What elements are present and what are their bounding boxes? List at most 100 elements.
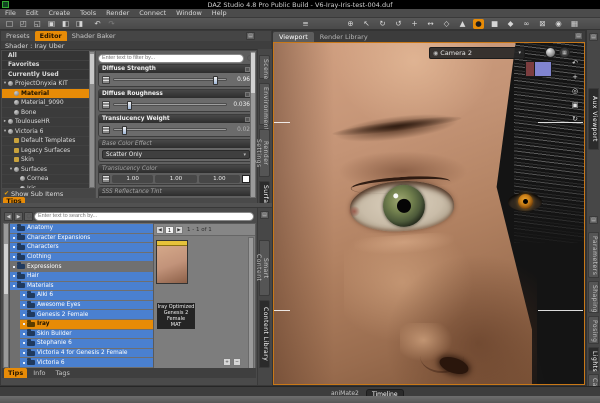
save-file-icon[interactable]: ▣: [46, 19, 57, 29]
menu-edit[interactable]: Edit: [21, 9, 44, 17]
panel-menu-icon[interactable]: ▤: [589, 33, 598, 41]
tab-posing[interactable]: Posing: [588, 316, 599, 344]
tree-item-material[interactable]: Material: [2, 89, 89, 98]
redo-icon[interactable]: ↷: [106, 19, 117, 29]
tab-lights[interactable]: Lights: [588, 347, 599, 372]
twist-tool-icon[interactable]: ↺: [393, 19, 404, 29]
zoom-in-icon[interactable]: +: [223, 358, 231, 366]
orbit-icon[interactable]: ↻: [572, 115, 578, 123]
tree-item-currently-used[interactable]: Currently Used: [2, 70, 89, 79]
color-swatch[interactable]: [241, 174, 250, 183]
asset-thumbnail[interactable]: Iray Optimized Genesis 2 Female MAT: [156, 240, 195, 329]
tab-presets[interactable]: Presets: [1, 31, 35, 41]
view-cube[interactable]: [525, 61, 552, 77]
zoom-icon[interactable]: ◎: [572, 87, 578, 95]
folder-characters[interactable]: Characters: [10, 242, 153, 252]
translucency-color-r[interactable]: 1.00: [112, 174, 154, 183]
folder-materials[interactable]: Materials: [10, 281, 153, 291]
surface-selection-tool-icon[interactable]: ●: [473, 19, 484, 29]
page-number[interactable]: 1: [165, 225, 174, 234]
open-recent-icon[interactable]: ◱: [32, 19, 43, 29]
param-menu-icon[interactable]: [102, 75, 110, 84]
zoom-out-icon[interactable]: −: [233, 358, 241, 366]
tree-item-victoria-6[interactable]: ▾ Victoria 6: [2, 127, 89, 136]
tree-item-cornea[interactable]: Cornea: [2, 174, 89, 183]
tab-shaping[interactable]: Shaping: [588, 281, 599, 313]
folder-iray[interactable]: Iray: [20, 319, 153, 329]
tab-content-library[interactable]: Content Library: [259, 300, 270, 368]
folder-character-expansions[interactable]: Character Expansions: [10, 233, 153, 243]
filter-input[interactable]: [98, 53, 244, 63]
panel-menu-icon[interactable]: ▤: [589, 216, 598, 224]
translate-tool-icon[interactable]: +: [409, 19, 420, 29]
sss-tint-r[interactable]: 1.00: [112, 197, 154, 198]
translucency-color-b[interactable]: 1.00: [198, 174, 240, 183]
diffuse-roughness-slider[interactable]: [113, 101, 227, 110]
color-swatch[interactable]: [241, 197, 250, 198]
folder-awesome-eyes[interactable]: Awesome Eyes: [20, 300, 153, 310]
render-options-icon[interactable]: ▦: [569, 19, 580, 29]
new-file-icon[interactable]: □: [4, 19, 15, 29]
folder-victoria-6[interactable]: Victoria 6: [20, 358, 153, 367]
param-menu-icon[interactable]: [102, 100, 110, 109]
tab-parameters[interactable]: Parameters: [588, 232, 599, 278]
folder-clothing[interactable]: Clothing: [10, 252, 153, 262]
tab-smart-content[interactable]: Smart Content: [255, 240, 270, 296]
tab-aux-viewport[interactable]: Aux Viewport: [588, 88, 599, 150]
tab-environment[interactable]: Environment: [259, 83, 270, 131]
folder-hair[interactable]: Hair: [10, 271, 153, 281]
tree-item-iris[interactable]: Iris: [2, 184, 89, 188]
menu-window[interactable]: Window: [171, 9, 207, 17]
figure-icon[interactable]: ▲: [457, 19, 468, 29]
tree-item-default-templates[interactable]: Default Templates: [2, 136, 89, 145]
tab-render-settings[interactable]: Render Settings: [255, 129, 270, 177]
base-color-effect-dropdown[interactable]: Scatter Only ▾: [102, 150, 250, 159]
tab-tags[interactable]: Tags: [52, 368, 74, 378]
draw-style-icon[interactable]: [545, 47, 556, 58]
diffuse-strength-slider[interactable]: [113, 76, 227, 85]
surface-tree-scrollbar[interactable]: [89, 51, 95, 188]
tab-tips[interactable]: Tips: [4, 368, 28, 378]
param-menu-icon[interactable]: [102, 197, 110, 198]
panel-menu-icon[interactable]: ▤: [260, 211, 269, 219]
folder-anatomy[interactable]: Anatomy: [10, 223, 153, 233]
camera-selector[interactable]: ◉ Camera 2 ▾: [429, 47, 525, 59]
panel-menu-icon[interactable]: ▤: [246, 32, 255, 40]
tab-viewport[interactable]: Viewport: [273, 32, 314, 42]
content-search-input[interactable]: [34, 211, 254, 221]
menu-help[interactable]: Help: [207, 9, 232, 17]
scale-tool-icon[interactable]: ↔: [425, 19, 436, 29]
viewport-options-icon[interactable]: ▦: [559, 47, 570, 58]
scene-navigator-icon[interactable]: ≡: [300, 19, 311, 29]
folder-genesis-2-female[interactable]: Genesis 2 Female: [20, 310, 153, 319]
tree-item-projectonyxia[interactable]: ▾ ProjectOnyxia KIT: [2, 79, 89, 88]
tree-item-material-9090[interactable]: Material_9090: [2, 98, 89, 107]
node-selection-tool-icon[interactable]: ↖: [361, 19, 372, 29]
node-connector-icon[interactable]: ∞: [521, 19, 532, 29]
export-file-icon[interactable]: ◨: [74, 19, 85, 29]
sss-tint-g[interactable]: 1.00: [155, 197, 197, 198]
tab-editor[interactable]: Editor: [34, 31, 67, 41]
panel-menu-icon[interactable]: ▤: [574, 32, 583, 40]
frame-icon[interactable]: ▣: [572, 101, 579, 109]
content-tree-scrollbar[interactable]: [3, 223, 9, 368]
tree-item-toulousehr[interactable]: ▸ ToulouseHR: [2, 117, 89, 126]
diffuse-roughness-value[interactable]: 0.036: [230, 102, 250, 108]
param-menu-icon[interactable]: [102, 174, 110, 183]
lock-tool-icon[interactable]: ⊠: [537, 19, 548, 29]
pan-icon[interactable]: +: [572, 73, 578, 81]
tree-item-bone[interactable]: Bone: [2, 108, 89, 117]
diffuse-strength-value[interactable]: 0.96: [230, 77, 250, 83]
page-prev-icon[interactable]: ◀: [156, 225, 164, 234]
sss-tint-b[interactable]: 1.00: [198, 197, 240, 198]
translucency-color-g[interactable]: 1.00: [155, 174, 197, 183]
page-next-icon[interactable]: ▶: [175, 225, 183, 234]
tree-item-surfaces[interactable]: ▾ Surfaces: [2, 165, 89, 174]
revert-file-icon[interactable]: ◧: [60, 19, 71, 29]
folder-stephanie-6[interactable]: Stephanie 6: [20, 338, 153, 348]
translucency-weight-slider[interactable]: [113, 126, 227, 135]
menu-connect[interactable]: Connect: [134, 9, 171, 17]
active-pose-tool-icon[interactable]: ◇: [441, 19, 452, 29]
menu-tools[interactable]: Tools: [75, 9, 101, 17]
perspective-view-icon[interactable]: ⊕: [345, 19, 356, 29]
